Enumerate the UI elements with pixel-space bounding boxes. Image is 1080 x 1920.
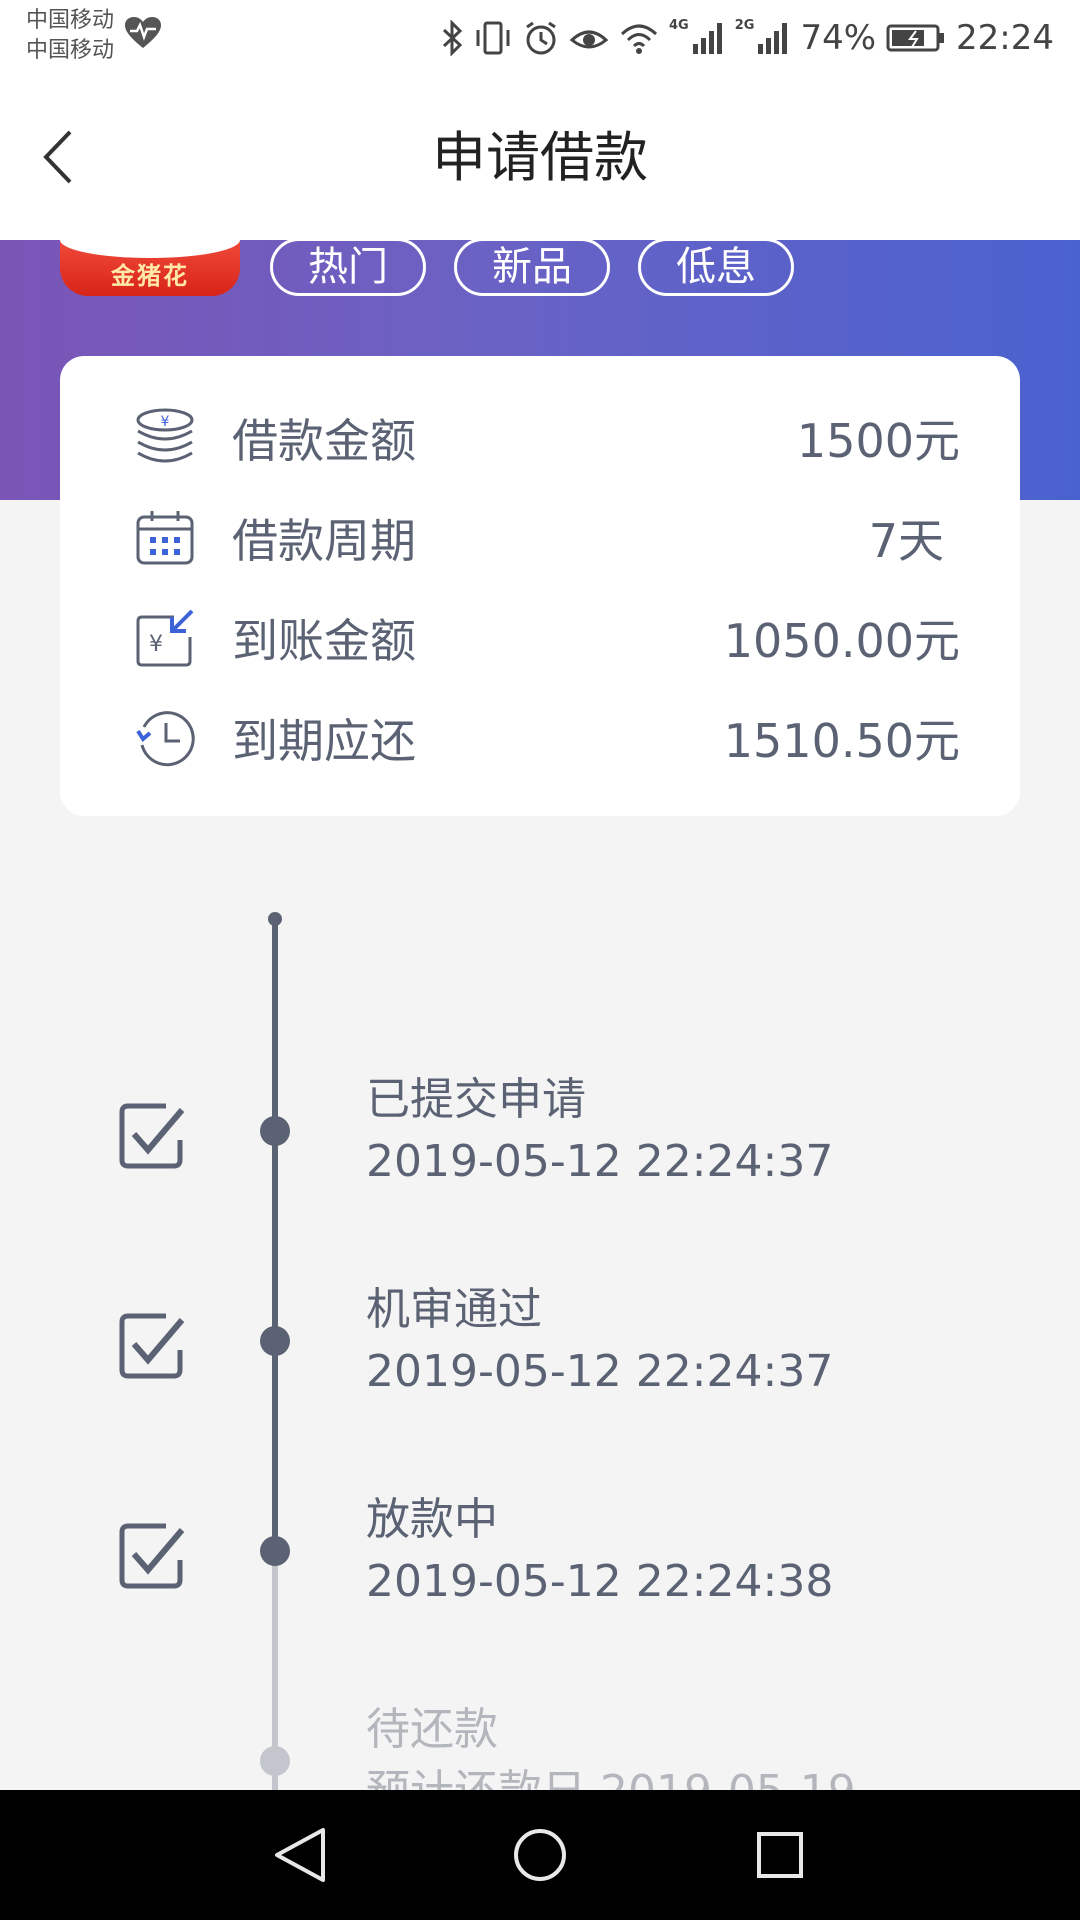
checkbox-checked-icon	[119, 1103, 185, 1169]
product-tags: 热门 新品 低息	[270, 238, 794, 296]
loan-amount-label: 借款金额	[232, 414, 416, 468]
step-time: 2019-05-12 22:24:38	[366, 1556, 834, 1607]
step-time: 2019-05-12 22:24:37	[366, 1136, 834, 1187]
network-2g-label: 2G	[734, 18, 755, 33]
step-title: 已提交申请	[366, 1074, 586, 1125]
app-header: 申请借款	[0, 76, 1080, 240]
received-amount-value: 1050.00元	[723, 614, 960, 668]
timeline-step-submitted: 已提交申请 2019-05-12 22:24:37	[0, 1070, 1080, 1210]
receive-money-icon: ¥	[136, 609, 194, 667]
loan-info-card: ¥ 借款金额 1500元 借款周期 7天 ¥ 到账金额 1050.00元 到期应…	[60, 356, 1020, 816]
received-amount-label: 到账金额	[232, 614, 416, 668]
checkbox-checked-icon	[119, 1523, 185, 1589]
timeline-line-done	[272, 918, 278, 1550]
step-title: 放款中	[366, 1494, 498, 1545]
system-nav-bar	[0, 1790, 1080, 1920]
checkbox-checked-icon	[119, 1313, 185, 1379]
loan-amount-value: 1500元	[796, 414, 960, 468]
triangle-back-icon	[275, 1828, 325, 1882]
square-recents-icon	[757, 1832, 803, 1878]
clock-time: 22:24	[956, 18, 1054, 58]
bluetooth-icon	[442, 20, 463, 56]
carrier-1: 中国移动	[26, 8, 115, 33]
nav-recents-button[interactable]	[745, 1820, 815, 1890]
step-time: 2019-05-12 22:24:37	[366, 1346, 834, 1397]
eye-comfort-icon	[569, 30, 609, 49]
timeline-step-disbursing: 放款中 2019-05-12 22:24:38	[0, 1490, 1080, 1630]
page-title: 申请借款	[432, 126, 648, 189]
step-title: 机审通过	[366, 1284, 542, 1335]
nav-home-button[interactable]	[505, 1820, 575, 1890]
svg-text:¥: ¥	[161, 414, 170, 430]
timeline-dot-pending	[260, 1746, 290, 1776]
circle-home-icon	[514, 1829, 566, 1881]
battery-charging-icon	[886, 24, 945, 52]
progress-timeline: 已提交申请 2019-05-12 22:24:37 机审通过 2019-05-1…	[0, 900, 1080, 1817]
status-icons: 4G 2G 74% 22:24	[441, 0, 1054, 76]
step-title: 待还款	[366, 1704, 498, 1755]
info-row-loan-period: 借款周期 7天	[60, 488, 1020, 588]
signal-2g-icon	[758, 23, 788, 54]
tag-new: 新品	[454, 238, 610, 296]
timeline-dot	[260, 1116, 290, 1146]
tag-low-interest: 低息	[638, 238, 794, 296]
tag-hot: 热门	[270, 238, 426, 296]
clock-back-icon	[136, 711, 195, 767]
timeline-start-dot	[268, 912, 282, 926]
nav-back-button[interactable]	[265, 1820, 335, 1890]
coins-icon: ¥	[136, 408, 194, 463]
calendar-icon	[136, 511, 194, 565]
network-4g-label: 4G	[669, 18, 689, 33]
due-amount-label: 到期应还	[232, 714, 416, 768]
vibrate-icon	[476, 21, 510, 55]
loan-period-label: 借款周期	[232, 514, 416, 568]
timeline-dot	[260, 1326, 290, 1356]
status-bar: 中国移动 中国移动 4G 2G 74% 22:24	[0, 0, 1080, 76]
timeline-step-approved: 机审通过 2019-05-12 22:24:37	[0, 1280, 1080, 1420]
logo-swoosh	[60, 240, 240, 258]
info-row-due-amount: 到期应还 1510.50元	[60, 688, 1020, 788]
timeline-dot	[260, 1536, 290, 1566]
carrier-info: 中国移动 中国移动	[26, 6, 114, 66]
product-logo-text: 金猪花	[111, 262, 189, 290]
svg-text:¥: ¥	[149, 632, 163, 657]
wifi-icon	[620, 24, 658, 54]
battery-percent: 74%	[800, 18, 877, 58]
carrier-2: 中国移动	[26, 38, 115, 63]
product-logo: 金猪花	[60, 240, 240, 296]
health-heart-icon	[125, 17, 161, 48]
info-row-loan-amount: ¥ 借款金额 1500元	[60, 388, 1020, 488]
signal-4g-icon	[692, 23, 722, 54]
info-row-received-amount: ¥ 到账金额 1050.00元	[60, 588, 1020, 688]
loan-period-value: 7天	[868, 514, 944, 568]
due-amount-value: 1510.50元	[723, 714, 960, 768]
alarm-icon	[526, 21, 556, 55]
